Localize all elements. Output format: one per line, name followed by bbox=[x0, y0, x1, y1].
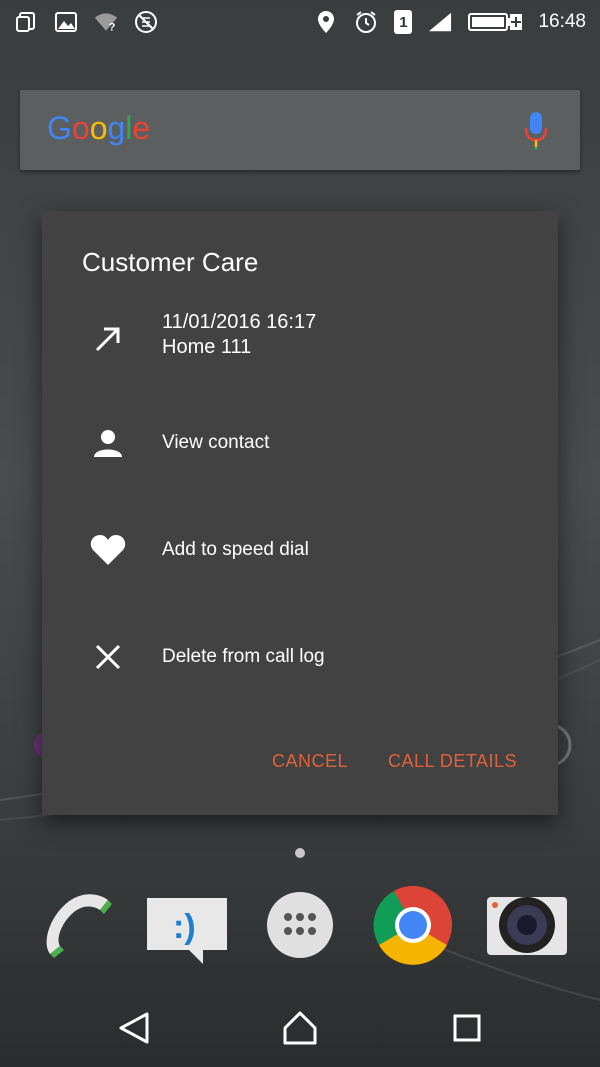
google-search-bar[interactable]: Google bbox=[20, 90, 580, 170]
copy-icon bbox=[14, 10, 38, 34]
battery-charging-icon bbox=[468, 10, 523, 34]
google-logo-letter: o bbox=[89, 110, 108, 146]
navigation-bar bbox=[0, 990, 600, 1067]
location-icon bbox=[314, 10, 338, 34]
page-indicator bbox=[295, 848, 305, 858]
messaging-icon[interactable]: :) bbox=[145, 896, 229, 966]
svg-text::): :) bbox=[173, 908, 196, 946]
outgoing-call-icon bbox=[88, 319, 128, 359]
app-drawer-icon[interactable] bbox=[266, 891, 334, 959]
person-icon bbox=[88, 423, 128, 463]
phone-icon[interactable] bbox=[38, 888, 114, 964]
heart-icon bbox=[88, 530, 128, 570]
call-details-button[interactable]: CALL DETAILS bbox=[388, 751, 517, 772]
recents-icon[interactable] bbox=[447, 1008, 487, 1048]
add-speed-dial-label: Add to speed dial bbox=[162, 539, 309, 560]
wifi-unknown-icon: ? bbox=[94, 10, 118, 34]
cancel-button[interactable]: CANCEL bbox=[272, 751, 348, 772]
chrome-icon[interactable] bbox=[373, 885, 453, 965]
google-logo-letter: e bbox=[132, 110, 151, 146]
call-entry: 11/01/2016 16:17 Home 111 bbox=[42, 311, 558, 371]
sim-icon: 1 bbox=[394, 10, 413, 34]
call-log-context-dialog: Customer Care 11/01/2016 16:17 Home 111 … bbox=[42, 211, 558, 815]
menu-item-add-speed-dial[interactable]: Add to speed dial bbox=[42, 505, 558, 595]
menu-item-delete-from-call-log[interactable]: Delete from call log bbox=[42, 612, 558, 702]
dialog-title: Customer Care bbox=[82, 247, 259, 277]
view-contact-label: View contact bbox=[162, 432, 270, 453]
delete-from-call-log-label: Delete from call log bbox=[162, 646, 325, 667]
home-icon[interactable] bbox=[280, 1008, 320, 1048]
close-icon bbox=[88, 637, 128, 677]
call-number: Home 111 bbox=[162, 336, 252, 358]
clock: 16:48 bbox=[538, 11, 586, 32]
mic-icon[interactable] bbox=[524, 110, 548, 150]
google-logo-letter: G bbox=[47, 110, 72, 146]
menu-item-view-contact[interactable]: View contact bbox=[42, 398, 558, 488]
google-logo-letter: g bbox=[107, 110, 126, 146]
signal-icon bbox=[428, 10, 452, 34]
google-logo-letter: o bbox=[71, 110, 90, 146]
no-data-icon bbox=[134, 10, 158, 34]
alarm-icon bbox=[354, 10, 378, 34]
google-logo: Google bbox=[47, 110, 150, 147]
image-icon bbox=[54, 10, 78, 34]
status-bar: ? 1 16:48 bbox=[0, 0, 600, 44]
svg-text:?: ? bbox=[109, 22, 116, 33]
call-datetime: 11/01/2016 16:17 bbox=[162, 311, 317, 333]
camera-icon[interactable] bbox=[485, 893, 569, 959]
back-icon[interactable] bbox=[114, 1008, 154, 1048]
